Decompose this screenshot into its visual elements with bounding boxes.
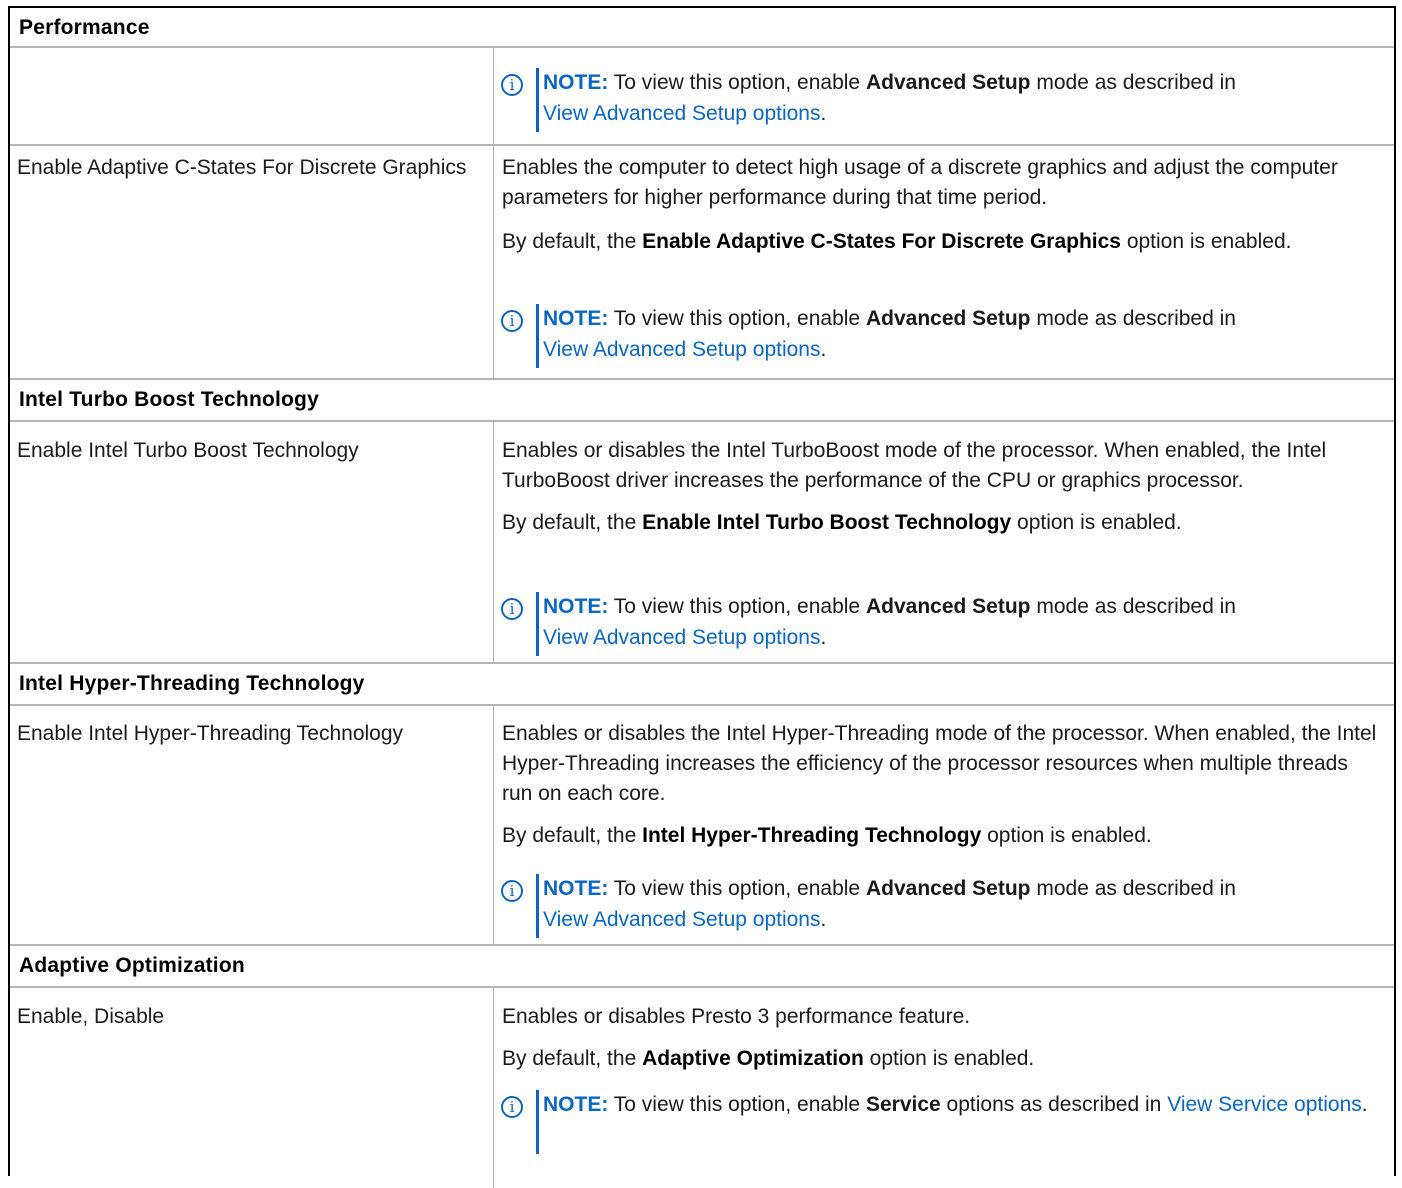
section-title: Intel Hyper-Threading Technology [19,672,365,695]
note-text: NOTE: To view this option, enable Advanc… [543,877,1236,931]
table-row: Enable Intel Turbo Boost Technology Enab… [10,420,1394,662]
note-bar [536,68,539,132]
info-icon: i [501,880,523,902]
section-title: Performance [19,16,150,39]
table-row: i NOTE: To view this option, enable Adva… [10,46,1394,144]
info-icon: i [501,1096,523,1118]
default-text: By default, the Enable Intel Turbo Boost… [502,511,1182,534]
performance-table: Performance i NOTE: To view this option,… [8,6,1396,1188]
column-divider [493,422,494,662]
column-divider [493,988,494,1188]
note-text: NOTE: To view this option, enable Servic… [543,1093,1368,1116]
setting-description: Enables or disables Presto 3 performance… [502,1002,1382,1074]
table-row: Enable Intel Hyper-Threading Technology … [10,704,1394,944]
column-divider [493,706,494,944]
table-row: Enable Adaptive C-States For Discrete Gr… [10,144,1394,378]
section-header-hyper: Intel Hyper-Threading Technology [10,662,1394,704]
default-text: By default, the Enable Adaptive C-States… [502,230,1292,253]
setting-name: Enable Adaptive C-States For Discrete Gr… [17,156,467,179]
info-icon: i [501,310,523,332]
note-text: NOTE: To view this option, enable Advanc… [543,71,1236,125]
note-text: NOTE: To view this option, enable Advanc… [543,595,1236,649]
section-header-turbo: Intel Turbo Boost Technology [10,378,1394,420]
setting-name: Enable Intel Turbo Boost Technology [17,439,359,462]
setting-name: Enable Intel Hyper-Threading Technology [17,722,404,745]
view-advanced-setup-link[interactable]: View Advanced Setup options [543,102,820,125]
default-text: By default, the Adaptive Optimization op… [502,1047,1035,1070]
setting-description: Enables the computer to detect high usag… [502,153,1382,257]
note-bar [536,592,539,656]
section-header-performance: Performance [10,8,1394,46]
column-divider [493,48,494,144]
table-row: Enable, Disable Enables or disables Pres… [10,986,1394,1188]
default-text: By default, the Intel Hyper-Threading Te… [502,824,1152,847]
note-bar [536,304,539,368]
view-advanced-setup-link[interactable]: View Advanced Setup options [543,908,820,931]
note-text: NOTE: To view this option, enable Advanc… [543,307,1236,361]
section-title: Intel Turbo Boost Technology [19,388,319,411]
setting-name: Enable, Disable [17,1005,165,1028]
view-advanced-setup-link[interactable]: View Advanced Setup options [543,338,820,361]
note-bar [536,874,539,938]
info-icon: i [501,598,523,620]
setting-description: Enables or disables the Intel TurboBoost… [502,436,1382,538]
note-bar [536,1090,539,1154]
setting-description: Enables or disables the Intel Hyper-Thre… [502,719,1382,851]
view-advanced-setup-link[interactable]: View Advanced Setup options [543,626,820,649]
view-service-options-link[interactable]: View Service options [1167,1093,1362,1116]
column-divider [493,146,494,378]
section-title: Adaptive Optimization [19,954,245,977]
section-header-adaptive: Adaptive Optimization [10,944,1394,986]
info-icon: i [501,74,523,96]
